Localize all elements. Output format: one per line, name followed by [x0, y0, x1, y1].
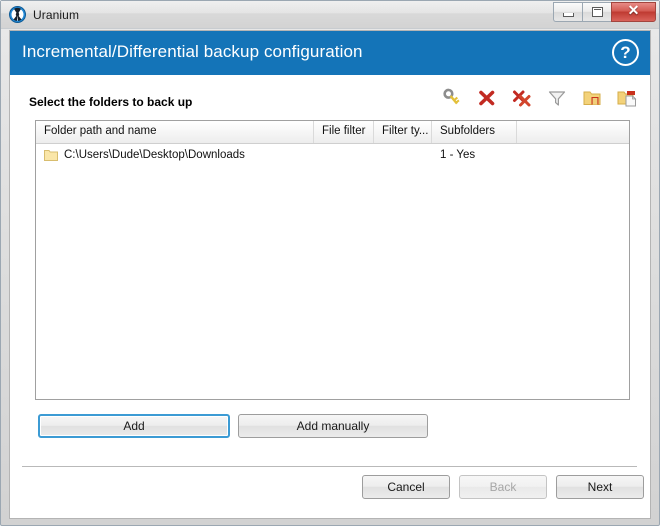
- folder-icon[interactable]: [581, 87, 603, 109]
- title-bar[interactable]: Uranium ✕: [1, 1, 659, 29]
- back-button: Back: [459, 475, 547, 499]
- add-manually-button[interactable]: Add manually: [238, 414, 428, 438]
- folder-list-panel: Folder path and name File filter Filter …: [35, 120, 630, 400]
- window-title: Uranium: [33, 7, 80, 22]
- minimize-button[interactable]: [553, 2, 582, 22]
- delete-all-icon[interactable]: [511, 87, 533, 109]
- close-icon: ✕: [627, 4, 640, 19]
- close-button[interactable]: ✕: [611, 2, 656, 22]
- folder-path-text: C:\Users\Dude\Desktop\Downloads: [64, 149, 245, 161]
- column-header-folder-path[interactable]: Folder path and name: [36, 121, 314, 143]
- column-header-extra[interactable]: [517, 121, 629, 143]
- column-header-subfolders[interactable]: Subfolders: [432, 121, 517, 143]
- page-header-banner: Incremental/Differential backup configur…: [10, 31, 650, 75]
- permissions-key-icon[interactable]: [441, 87, 463, 109]
- section-label: Select the folders to back up: [29, 95, 193, 109]
- column-header-file-filter[interactable]: File filter: [314, 121, 374, 143]
- title-bar-left: Uranium: [9, 6, 79, 23]
- delete-icon[interactable]: [476, 87, 498, 109]
- folder-file-icon[interactable]: [616, 87, 638, 109]
- minimize-icon: [562, 12, 574, 17]
- folder-toolbar: [441, 87, 638, 109]
- cancel-button[interactable]: Cancel: [362, 475, 450, 499]
- add-button[interactable]: Add: [38, 414, 230, 438]
- cell-folder-path: C:\Users\Dude\Desktop\Downloads: [36, 149, 314, 161]
- cell-subfolders: 1 - Yes: [440, 149, 476, 161]
- page-title: Incremental/Differential backup configur…: [22, 42, 363, 61]
- table-header-row: Folder path and name File filter Filter …: [36, 121, 629, 144]
- column-header-filter-type[interactable]: Filter ty...: [374, 121, 432, 143]
- help-icon[interactable]: ?: [612, 39, 639, 66]
- maximize-button[interactable]: [582, 2, 611, 22]
- filter-icon[interactable]: [546, 87, 568, 109]
- window-controls: ✕: [553, 2, 656, 22]
- next-button[interactable]: Next: [556, 475, 644, 499]
- table-row[interactable]: C:\Users\Dude\Desktop\Downloads 1 - Yes: [36, 144, 629, 166]
- maximize-icon: [591, 7, 603, 17]
- application-window: Uranium ✕ Incremental/Differential backu…: [0, 0, 660, 526]
- main-content: Select the folders to back up Folder pat…: [10, 75, 650, 518]
- footer-separator: [22, 466, 637, 467]
- client-area: Incremental/Differential backup configur…: [9, 30, 651, 519]
- folder-icon: [44, 149, 58, 161]
- radiation-icon: [9, 6, 26, 23]
